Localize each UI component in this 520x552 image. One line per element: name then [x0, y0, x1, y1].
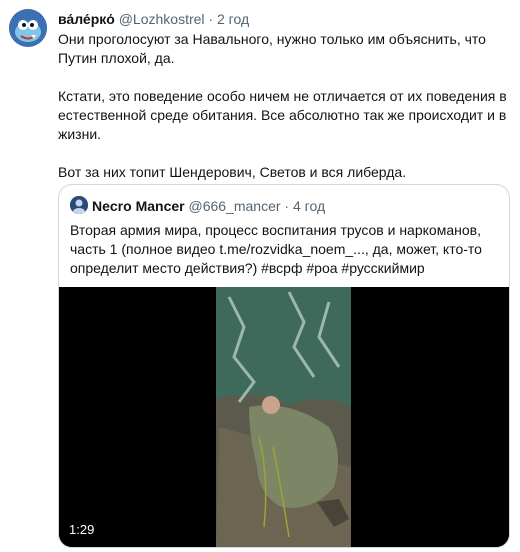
quoted-time[interactable]: 4 год — [293, 198, 325, 214]
quoted-author-avatar[interactable] — [70, 196, 88, 214]
tweet-time[interactable]: 2 год — [217, 11, 249, 27]
video-thumbnail — [59, 287, 509, 547]
header-separator: · — [208, 11, 214, 27]
quoted-author-name[interactable]: Necro Mancer — [92, 198, 185, 214]
video-duration: 1:29 — [69, 522, 95, 537]
cartoon-avatar-icon — [9, 9, 47, 47]
tweet-paragraph: Вот за них топит Шендерович, Светов и вс… — [58, 164, 407, 180]
tweet-paragraph: Они проголосуют за Навального, нужно тол… — [58, 31, 486, 66]
profile-photo-icon — [70, 196, 88, 214]
video-player[interactable]: 1:29 — [59, 287, 509, 547]
quoted-separator: · — [284, 198, 290, 214]
tweet-header: ва́ле́ркό @Lozhkostrel · 2 год — [58, 10, 249, 28]
tweet-paragraph: Кстати, это поведение особо ничем не отл… — [58, 88, 507, 142]
quoted-tweet[interactable]: Necro Mancer @666_mancer · 4 год Вторая … — [58, 184, 510, 548]
tweet[interactable]: ва́ле́ркό @Lozhkostrel · 2 год Они прого… — [0, 0, 520, 552]
author-handle[interactable]: @Lozhkostrel — [119, 11, 205, 27]
author-name[interactable]: ва́ле́ркό — [58, 11, 115, 27]
author-avatar[interactable] — [9, 9, 47, 47]
quoted-text: Вторая армия мира, процесс воспитания тр… — [70, 222, 482, 276]
quoted-author-handle[interactable]: @666_mancer — [188, 198, 280, 214]
tweet-text: Они проголосуют за Навального, нужно тол… — [58, 30, 508, 201]
quoted-header: Necro Mancer @666_mancer · 4 год — [92, 197, 325, 215]
